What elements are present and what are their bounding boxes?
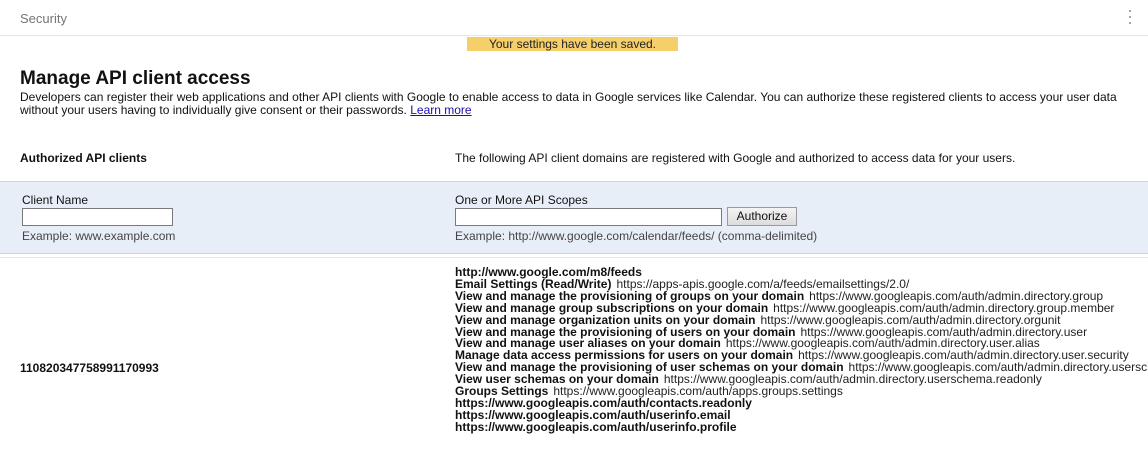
client-name-label: Client Name bbox=[22, 193, 89, 207]
scope-name: https://www.googleapis.com/auth/userinfo… bbox=[455, 419, 737, 434]
saved-banner: Your settings have been saved. bbox=[467, 37, 678, 51]
scope-item: https://www.googleapis.com/auth/userinfo… bbox=[455, 419, 1148, 434]
authorized-clients-label: Authorized API clients bbox=[20, 151, 147, 165]
authorize-button[interactable]: Authorize bbox=[727, 207, 797, 226]
add-client-form: Client Name Example: www.example.com One… bbox=[0, 181, 1148, 254]
api-scopes-label: One or More API Scopes bbox=[455, 193, 588, 207]
client-name-example: Example: www.example.com bbox=[22, 229, 176, 243]
page-header-title: Security bbox=[20, 11, 67, 26]
api-scopes-example: Example: http://www.google.com/calendar/… bbox=[455, 229, 818, 243]
authorized-clients-info: The following API client domains are reg… bbox=[455, 151, 1016, 165]
more-vert-icon[interactable] bbox=[1126, 8, 1134, 26]
client-id: 110820347758991170993 bbox=[20, 361, 159, 375]
row-divider bbox=[0, 257, 1148, 258]
page-title: Manage API client access bbox=[20, 68, 251, 89]
api-scopes-input[interactable] bbox=[455, 208, 722, 226]
description-text: Developers can register their web applic… bbox=[20, 90, 1117, 117]
learn-more-link[interactable]: Learn more bbox=[410, 103, 471, 117]
client-scopes-list: http://www.google.com/m8/feeds Email Set… bbox=[455, 267, 1148, 434]
client-name-input[interactable] bbox=[22, 208, 173, 226]
top-bar: Security bbox=[0, 0, 1148, 36]
page-description: Developers can register their web applic… bbox=[20, 91, 1135, 117]
